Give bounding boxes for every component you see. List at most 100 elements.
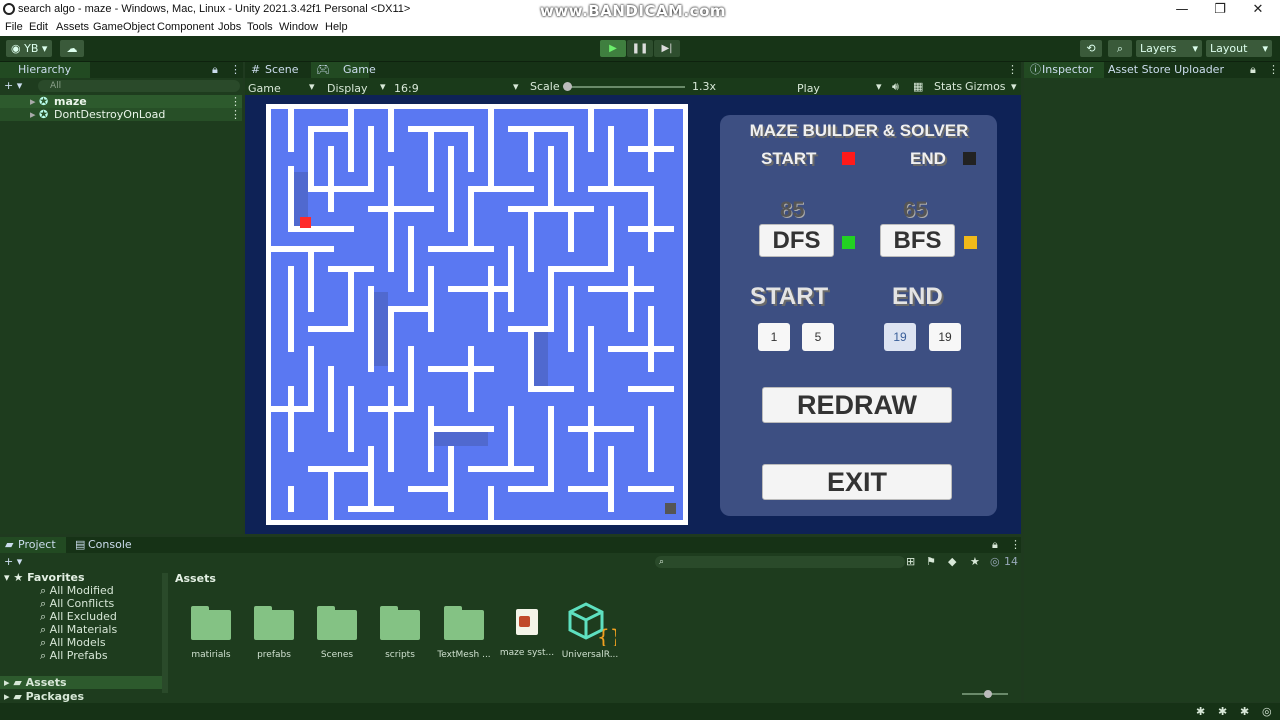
favorites-group[interactable]: ▾ ★ Favorites	[4, 571, 85, 584]
folder-icon: ▰	[13, 690, 26, 703]
tab-asset-store-uploader[interactable]: Asset Store Uploader	[1108, 62, 1238, 78]
pause-button[interactable]: ❚❚	[627, 40, 653, 57]
kebab-menu-icon[interactable]: ⋮	[1010, 538, 1021, 551]
menu-assets[interactable]: Assets	[56, 21, 89, 33]
tab-project[interactable]: ▰ Project	[0, 537, 66, 553]
start-y-input[interactable]: 5	[802, 323, 834, 351]
hierarchy-item-maze[interactable]: ▸ ✪ maze ⋮	[0, 95, 242, 108]
search-icon[interactable]: ⌕	[1108, 40, 1132, 57]
dfs-button[interactable]: DFS	[759, 224, 834, 257]
bfs-button[interactable]: BFS	[880, 224, 955, 257]
hierarchy-search-input[interactable]: All	[38, 80, 240, 92]
asset-folder-matirials[interactable]: matirials	[181, 600, 241, 660]
audio-icon[interactable]: 🔊︎	[892, 80, 899, 94]
asset-universal-rp[interactable]: {} UniversalR...	[560, 600, 620, 660]
kebab-menu-icon[interactable]: ⋮	[230, 63, 241, 76]
maximize-button[interactable]: ❐	[1200, 1, 1240, 19]
frame-debug-icon[interactable]: ▦	[913, 80, 923, 93]
gizmos-button[interactable]: Gizmos	[965, 80, 1006, 93]
lock-icon[interactable]: 🔒︎	[212, 63, 218, 77]
chevron-right-icon: ▸	[4, 690, 14, 703]
menu-file[interactable]: File	[5, 21, 23, 33]
favorite-all-excluded[interactable]: ⌕ All Excluded	[40, 610, 117, 624]
favorite-all-conflicts[interactable]: ⌕ All Conflicts	[40, 597, 114, 611]
step-button[interactable]: ▶|	[654, 40, 680, 57]
end-y-input[interactable]: 19	[929, 323, 961, 351]
svg-text:{}: {}	[597, 625, 616, 646]
favorite-label: All Modified	[49, 584, 114, 597]
search-icon: ⌕	[40, 584, 50, 597]
tab-asset-store-label: Asset Store Uploader	[1108, 63, 1224, 76]
project-header: ▰ Project ▤ Console 🔒︎ ⋮	[0, 537, 1021, 553]
menu-edit[interactable]: Edit	[29, 21, 48, 33]
scale-slider[interactable]	[563, 82, 685, 91]
favorite-star-icon[interactable]: ★	[970, 555, 980, 568]
close-button[interactable]: ✕	[1238, 1, 1278, 19]
search-icon: ⌕	[40, 597, 50, 610]
progress-icon[interactable]: ✱	[1218, 705, 1227, 718]
exit-button[interactable]: EXIT	[762, 464, 952, 500]
favorite-all-materials[interactable]: ⌕ All Materials	[40, 623, 117, 637]
menu-gameobject[interactable]: GameObject	[93, 21, 155, 33]
bug-icon[interactable]: ✱	[1196, 705, 1205, 718]
start-x-input[interactable]: 1	[758, 323, 790, 351]
lock-icon[interactable]: 🔒︎	[1250, 63, 1256, 77]
tab-game[interactable]: 🎮︎ Game	[311, 62, 376, 78]
layers-dropdown[interactable]: Layers ▾	[1136, 40, 1202, 57]
project-search-input[interactable]: ⌕	[655, 556, 905, 568]
status-bar: ✱ ✱ ✱ ◎	[0, 703, 1280, 720]
account-button[interactable]: ◉ YB ▾	[6, 40, 52, 57]
tree-packages-root[interactable]: ▸ ▰ Packages	[0, 690, 165, 703]
create-asset-button[interactable]: + ▾	[4, 555, 22, 568]
breadcrumb[interactable]: Assets	[175, 572, 216, 585]
menu-tools[interactable]: Tools	[247, 21, 273, 33]
menu-component[interactable]: Component	[157, 21, 214, 33]
asset-folder-textmesh[interactable]: TextMesh ...	[434, 600, 494, 660]
project-tree: ▾ ★ Favorites ⌕ All Modified ⌕ All Confl…	[0, 570, 170, 703]
add-object-button[interactable]: + ▾	[4, 79, 34, 93]
icon-size-slider[interactable]	[962, 690, 1008, 698]
asset-folder-prefabs[interactable]: prefabs	[244, 600, 304, 660]
chevron-down-icon: ▾	[309, 80, 315, 93]
asset-maze-script[interactable]: maze syst...	[497, 600, 557, 658]
stats-button[interactable]: Stats	[934, 80, 962, 93]
favorite-all-models[interactable]: ⌕ All Models	[40, 636, 106, 650]
end-x-input[interactable]: 19	[884, 323, 916, 351]
tag-icon[interactable]: ◆	[948, 555, 956, 568]
favorite-all-modified[interactable]: ⌕ All Modified	[40, 584, 114, 598]
asset-folder-scripts[interactable]: scripts	[370, 600, 430, 660]
tree-assets-root[interactable]: ▸ ▰ Assets	[0, 676, 165, 689]
filter-type-icon[interactable]: ⊞	[906, 555, 915, 568]
kebab-menu-icon[interactable]: ⋮	[1007, 63, 1018, 76]
kebab-menu-icon[interactable]: ⋮	[230, 108, 241, 121]
tree-scrollbar[interactable]	[162, 573, 168, 693]
redraw-button[interactable]: REDRAW	[762, 387, 952, 423]
tab-hierarchy[interactable]: Hierarchy	[0, 62, 90, 78]
bandicam-watermark: www.BANDICAM.com	[540, 2, 727, 20]
window-title: search algo - maze - Windows, Mac, Linux…	[18, 3, 411, 15]
lock-icon[interactable]: 🔒︎	[992, 538, 998, 552]
favorite-all-prefabs[interactable]: ⌕ All Prefabs	[40, 649, 108, 663]
menu-window[interactable]: Window	[279, 21, 318, 33]
layout-dropdown[interactable]: Layout ▾	[1206, 40, 1272, 57]
hidden-packages-icon[interactable]: ◎	[990, 555, 1000, 568]
history-icon[interactable]: ⟲	[1080, 40, 1102, 57]
tab-console[interactable]: ▤ Console	[70, 537, 140, 553]
scale-slider-handle[interactable]	[563, 82, 572, 91]
asset-folder-scenes[interactable]: Scenes	[307, 600, 367, 660]
menu-help[interactable]: Help	[325, 21, 348, 33]
hierarchy-item-dontdestroyonload[interactable]: ▸ ✪ DontDestroyOnLoad ⋮	[0, 108, 242, 121]
icon-size-slider-handle[interactable]	[984, 690, 992, 698]
kebab-menu-icon[interactable]: ⋮	[1268, 63, 1279, 76]
filter-label-icon[interactable]: ⚑	[926, 555, 936, 568]
minimize-button[interactable]: —	[1162, 1, 1202, 19]
debug-mode-icon[interactable]: ✱	[1240, 705, 1249, 718]
folder-icon	[254, 606, 294, 640]
tab-scene[interactable]: # Scene	[245, 62, 305, 78]
cloud-icon[interactable]: ☁	[60, 40, 84, 57]
collab-icon[interactable]: ◎	[1262, 705, 1272, 718]
play-button[interactable]: ▶	[600, 40, 626, 57]
kebab-menu-icon[interactable]: ⋮	[230, 95, 241, 108]
menu-jobs[interactable]: Jobs	[218, 21, 241, 33]
tab-inspector[interactable]: ⓘ Inspector	[1024, 62, 1104, 78]
